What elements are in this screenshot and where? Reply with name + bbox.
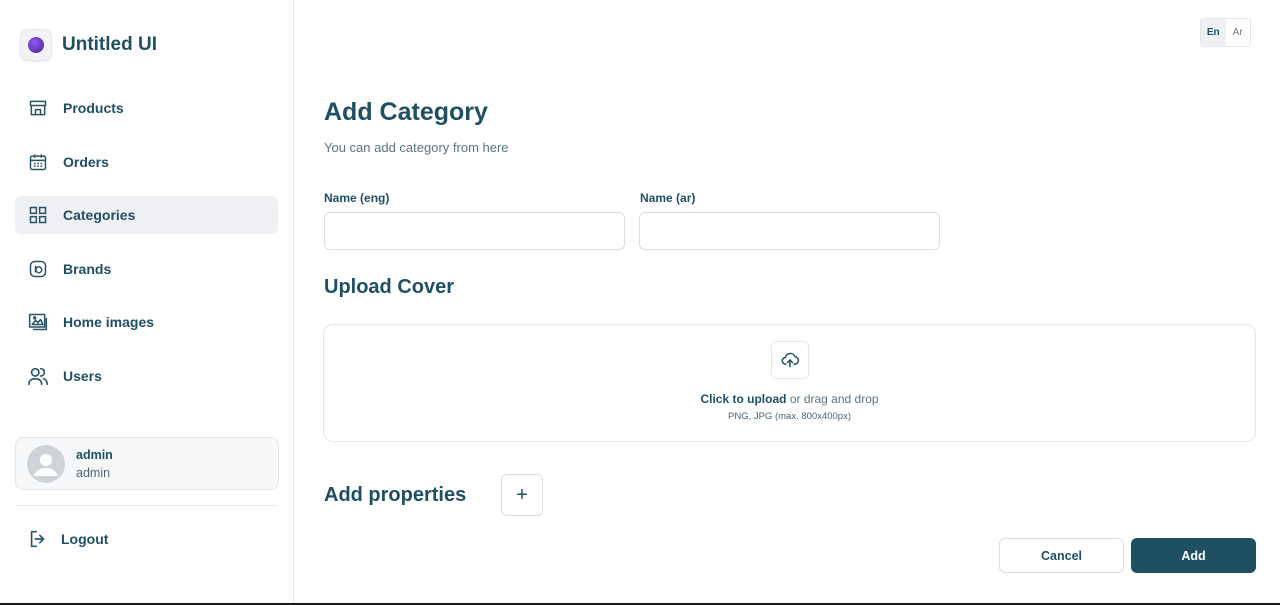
upload-hint: PNG, JPG (max. 800x400px) — [727, 411, 852, 422]
sidebar-item-label: Orders — [63, 153, 109, 170]
drag-drop-text: or drag and drop — [789, 392, 879, 406]
logout-label: Logout — [61, 531, 109, 547]
sidebar-item-brands[interactable]: Brands — [15, 250, 278, 288]
user-name: admin — [76, 447, 113, 462]
name-ar-label: Name (ar) — [640, 191, 696, 205]
language-option-en[interactable]: En — [1201, 19, 1226, 46]
user-role: admin — [76, 465, 111, 480]
sidebar-divider — [15, 505, 278, 506]
avatar — [27, 444, 65, 483]
sidebar-item-label: Brands — [63, 260, 112, 277]
add-button[interactable]: Add — [1131, 538, 1256, 573]
brand-name: Untitled UI — [62, 34, 157, 55]
sidebar-item-label: Categories — [63, 207, 136, 223]
calendar-icon — [27, 151, 49, 173]
name-eng-input[interactable] — [324, 212, 625, 250]
sidebar-item-label: Products — [63, 100, 124, 116]
logo-icon — [20, 29, 52, 61]
logout-icon — [27, 528, 49, 550]
upload-cloud-icon — [771, 341, 809, 379]
logout-button[interactable]: Logout — [27, 528, 108, 550]
language-switcher: En Ar — [1200, 18, 1251, 47]
brand-icon — [27, 258, 49, 280]
name-ar-input[interactable] — [639, 212, 940, 250]
sidebar-nav: Products Orders Categories Brands Home i… — [15, 89, 278, 410]
upload-dropzone[interactable]: Click to upload or drag and drop PNG, JP… — [323, 324, 1256, 442]
sidebar-item-label: Users — [63, 367, 102, 384]
sidebar-item-label: Home images — [63, 314, 155, 330]
page-subtitle: You can add category from here — [324, 140, 509, 155]
store-icon — [27, 97, 49, 119]
name-eng-label: Name (eng) — [324, 191, 390, 205]
language-option-ar[interactable]: Ar — [1226, 19, 1251, 46]
add-properties-title: Add properties — [324, 484, 467, 506]
sidebar-item-categories[interactable]: Categories — [15, 196, 278, 234]
sidebar-item-orders[interactable]: Orders — [15, 143, 278, 181]
grid-icon — [27, 204, 49, 226]
user-card[interactable]: admin admin — [15, 437, 279, 490]
images-icon — [27, 311, 49, 333]
add-property-button[interactable]: + — [501, 474, 543, 516]
cancel-button[interactable]: Cancel — [999, 538, 1124, 573]
users-icon — [27, 365, 49, 387]
page-title: Add Category — [324, 98, 488, 126]
brand-logo[interactable]: Untitled UI — [20, 29, 157, 61]
sidebar-item-users[interactable]: Users — [15, 357, 278, 395]
click-to-upload-link[interactable]: Click to upload — [700, 392, 786, 406]
upload-cover-title: Upload Cover — [324, 276, 455, 298]
sidebar: Untitled UI Products Orders Categories B… — [0, 0, 294, 605]
sidebar-item-home-images[interactable]: Home images — [15, 303, 278, 341]
sidebar-item-products[interactable]: Products — [15, 89, 278, 127]
